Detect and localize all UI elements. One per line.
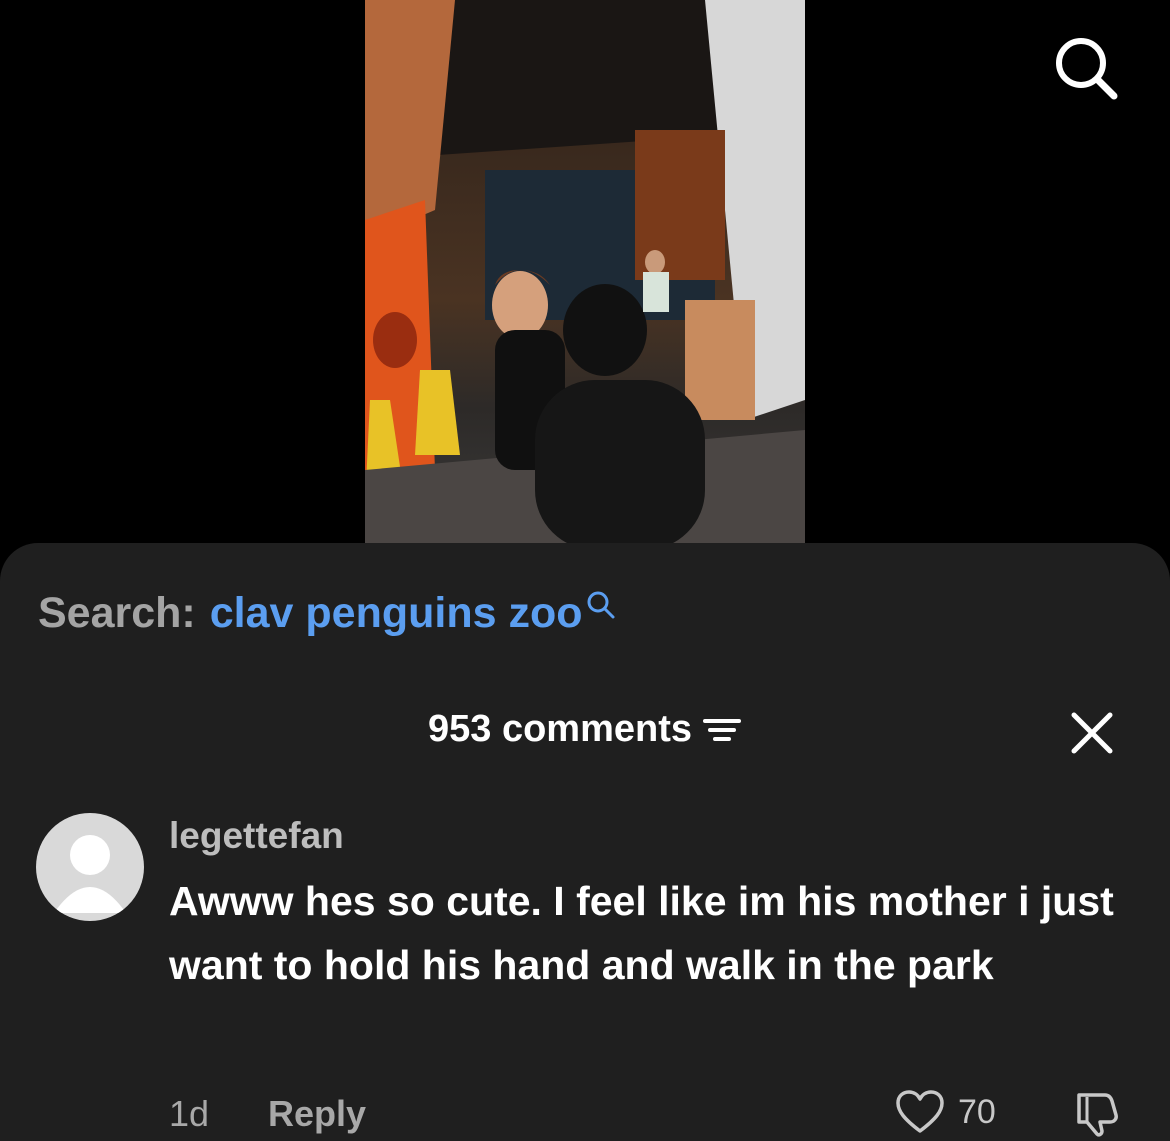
comment-actions: 1d Reply 70 [169,1090,1129,1137]
like-count: 70 [958,1092,996,1131]
heart-icon [896,1090,944,1133]
comments-count: 953 comments [427,708,692,750]
video-frame[interactable] [365,0,805,545]
search-query-link[interactable]: clav penguins zoo [210,589,583,638]
avatar[interactable] [36,813,144,921]
default-avatar-icon [54,835,126,913]
dislike-icon[interactable] [1069,1089,1123,1137]
filter-icon[interactable] [702,713,742,747]
close-icon[interactable] [1070,711,1114,755]
comments-header: 953 comments [0,708,1170,751]
comment-username[interactable]: legettefan [169,815,1139,857]
video-player[interactable] [0,0,1170,560]
search-query-icon [587,591,615,618]
search-prefix-label: Search: [38,589,196,637]
like-button[interactable]: 70 [894,1089,996,1135]
comment-body: legettefan Awww hes so cute. I feel like… [169,815,1139,997]
video-still-image [365,0,805,545]
comment-time: 1d [169,1093,210,1134]
reply-button[interactable]: Reply [268,1093,366,1135]
search-icon[interactable] [1052,34,1120,102]
comment-text: Awww hes so cute. I feel like im his mot… [169,878,1114,988]
comments-sheet: Search: clav penguins zoo 953 comments l… [0,543,1170,1141]
related-search[interactable]: Search: clav penguins zoo [38,589,616,638]
